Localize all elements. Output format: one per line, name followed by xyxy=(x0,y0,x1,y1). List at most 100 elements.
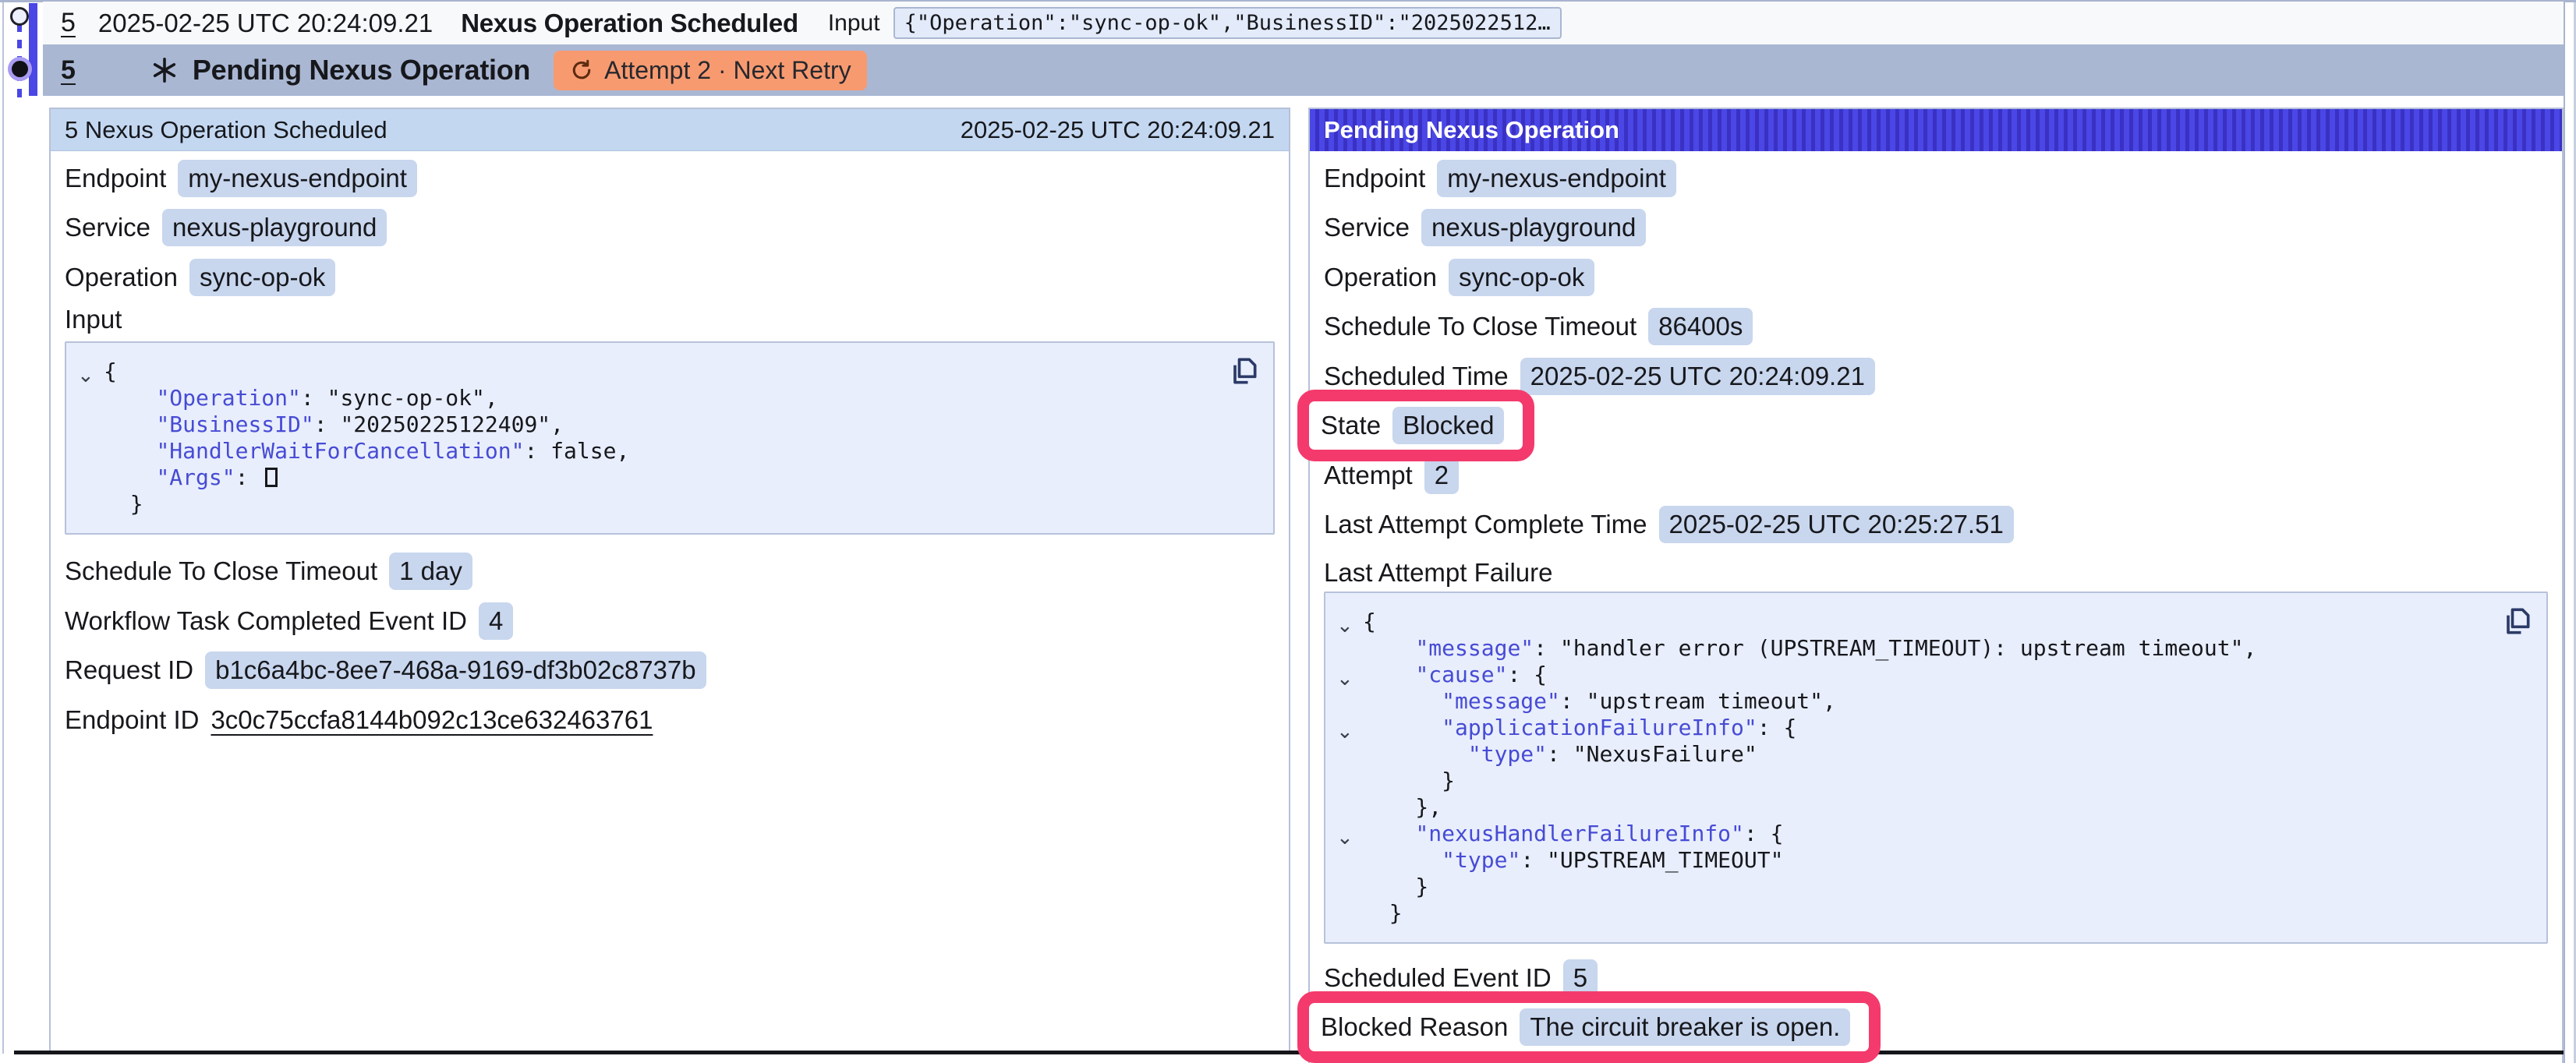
chevron-spacer xyxy=(1332,903,1363,930)
field-row-operation: Operation sync-op-ok xyxy=(65,253,1275,302)
field-label: Blocked Reason xyxy=(1321,1012,1508,1042)
chevron-spacer xyxy=(1332,877,1363,903)
event-id-link[interactable]: 5 xyxy=(61,55,76,86)
field-row-last-attempt-complete-time: Last Attempt Complete Time 2025-02-25 UT… xyxy=(1324,500,2548,550)
field-value-chip: my-nexus-endpoint xyxy=(178,160,417,197)
field-value-chip: nexus-playground xyxy=(1421,209,1646,246)
field-row-operation: Operation sync-op-ok xyxy=(1324,253,2548,302)
chevron-spacer xyxy=(1332,691,1363,718)
field-label: State xyxy=(1321,411,1381,440)
field-row-workflow-task-completed-event-id: Workflow Task Completed Event ID 4 xyxy=(65,596,1275,646)
field-label: Endpoint ID xyxy=(65,705,199,735)
chevron-spacer xyxy=(73,415,104,441)
copy-icon[interactable] xyxy=(2500,604,2534,638)
field-row-schedule-to-close-timeout: Schedule To Close Timeout 86400s xyxy=(1324,302,2548,352)
field-value-chip: b1c6a4bc-8ee7-468a-9169-df3b02c8737b xyxy=(205,652,706,689)
field-label: Operation xyxy=(65,263,178,292)
event-timestamp: 2025-02-25 UTC 20:24:09.21 xyxy=(98,9,433,38)
input-label: Input xyxy=(828,10,880,37)
timeline-open-circle-icon[interactable] xyxy=(10,7,29,26)
field-label: Operation xyxy=(1324,263,1437,292)
field-value-chip: sync-op-ok xyxy=(189,259,335,296)
field-value-chip: my-nexus-endpoint xyxy=(1437,160,1676,197)
field-label: Attempt xyxy=(1324,461,1413,490)
window-left-border xyxy=(2,2,4,1054)
field-value-chip: 2025-02-25 UTC 20:25:27.51 xyxy=(1659,506,2014,543)
field-row-service: Service nexus-playground xyxy=(1324,203,2548,253)
asterisk-pending-icon xyxy=(150,56,179,84)
field-row-schedule-to-close-timeout: Schedule To Close Timeout 1 day xyxy=(65,547,1275,597)
field-label: Endpoint xyxy=(1324,164,1425,193)
field-label: Scheduled Time xyxy=(1324,362,1509,391)
state-annotation-box: State Blocked xyxy=(1297,390,1534,461)
endpoint-id-link[interactable]: 3c0c75ccfa8144b092c13ce632463761 xyxy=(211,705,653,735)
pending-panel-title: Pending Nexus Operation xyxy=(1324,116,1619,144)
input-preview-chip[interactable]: {"Operation":"sync-op-ok","BusinessID":"… xyxy=(893,7,1562,39)
event-panel-timestamp: 2025-02-25 UTC 20:24:09.21 xyxy=(961,116,1275,144)
collapse-chevron-icon[interactable]: ⌄ xyxy=(73,362,104,388)
collapse-chevron-icon[interactable]: ⌄ xyxy=(1332,718,1363,744)
input-json-viewer: ⌄{ "Operation": "sync-op-ok", "BusinessI… xyxy=(65,341,1275,535)
field-row-request-id: Request ID b1c6a4bc-8ee7-468a-9169-df3b0… xyxy=(65,646,1275,696)
collapse-chevron-icon[interactable]: ⌄ xyxy=(1332,665,1363,691)
event-row-nexus-operation-scheduled[interactable]: 5 2025-02-25 UTC 20:24:09.21 Nexus Opera… xyxy=(43,2,2564,44)
blocked-reason-annotation-box: Blocked Reason The circuit breaker is op… xyxy=(1297,991,1881,1063)
selected-row-indicator-bar xyxy=(29,3,37,96)
field-row-blocked-reason: Blocked Reason The circuit breaker is op… xyxy=(1324,1003,2548,1053)
scrollbar-track[interactable] xyxy=(2564,2,2576,1063)
chevron-spacer xyxy=(73,388,104,415)
chevron-spacer xyxy=(1332,744,1363,771)
field-label: Endpoint xyxy=(65,164,166,193)
field-value-chip: 2 xyxy=(1424,457,1459,494)
field-value-chip: nexus-playground xyxy=(162,209,387,246)
field-row-endpoint-id: Endpoint ID 3c0c75ccfa8144b092c13ce63246… xyxy=(65,695,1275,745)
field-label: Last Attempt Complete Time xyxy=(1324,510,1647,539)
timeline-filled-circle-icon[interactable] xyxy=(12,61,28,77)
collapse-chevron-icon[interactable]: ⌄ xyxy=(1332,824,1363,850)
pending-operation-title: Pending Nexus Operation xyxy=(193,54,530,87)
chevron-spacer xyxy=(73,468,104,494)
input-section-label: Input xyxy=(65,302,1275,337)
chevron-spacer xyxy=(1332,797,1363,824)
chevron-spacer xyxy=(1332,771,1363,797)
failure-json-viewer: ⌄{ "message": "handler error (UPSTREAM_T… xyxy=(1324,592,2548,944)
state-value-chip: Blocked xyxy=(1392,407,1504,444)
empty-array-icon xyxy=(265,468,278,487)
attempt-badge-label: Attempt 2 · Next Retry xyxy=(604,56,851,85)
field-label: Scheduled Event ID xyxy=(1324,963,1552,993)
copy-icon[interactable] xyxy=(1226,354,1261,388)
last-attempt-failure-label: Last Attempt Failure xyxy=(1324,556,2548,590)
field-label: Request ID xyxy=(65,655,193,685)
event-panel-header: 5 Nexus Operation Scheduled 2025-02-25 U… xyxy=(51,109,1289,151)
event-detail-panel: 5 Nexus Operation Scheduled 2025-02-25 U… xyxy=(49,108,1290,1054)
pending-nexus-operation-row[interactable]: 5 Pending Nexus Operation Attempt 2 · Ne… xyxy=(43,44,2564,96)
pending-panel-header: Pending Nexus Operation xyxy=(1310,109,2562,151)
attempt-retry-badge: Attempt 2 · Next Retry xyxy=(554,51,867,90)
field-row-endpoint: Endpoint my-nexus-endpoint xyxy=(65,154,1275,203)
field-label: Service xyxy=(1324,213,1410,242)
field-label: Service xyxy=(65,213,150,242)
collapse-chevron-icon[interactable]: ⌄ xyxy=(1332,612,1363,638)
event-id-link[interactable]: 5 xyxy=(61,8,76,38)
field-row-state: State Blocked xyxy=(1324,401,2548,451)
pending-operation-panel: Pending Nexus Operation Endpoint my-nexu… xyxy=(1308,108,2564,1063)
blocked-reason-value-chip: The circuit breaker is open. xyxy=(1520,1008,1850,1046)
field-label: Workflow Task Completed Event ID xyxy=(65,606,467,636)
chevron-spacer xyxy=(73,441,104,468)
field-value-chip: 4 xyxy=(479,602,513,640)
field-value-chip: 1 day xyxy=(389,553,472,590)
field-value-chip: sync-op-ok xyxy=(1449,259,1594,296)
chevron-spacer xyxy=(73,494,104,521)
field-label: Schedule To Close Timeout xyxy=(1324,312,1637,341)
chevron-spacer xyxy=(1332,638,1363,665)
field-row-endpoint: Endpoint my-nexus-endpoint xyxy=(1324,154,2548,203)
retry-refresh-icon xyxy=(569,58,594,83)
field-value-chip: 2025-02-25 UTC 20:24:09.21 xyxy=(1520,358,1875,395)
field-label: Schedule To Close Timeout xyxy=(65,556,377,586)
event-panel-title: 5 Nexus Operation Scheduled xyxy=(65,116,387,144)
field-value-chip: 86400s xyxy=(1648,308,1753,345)
window-bottom-edge xyxy=(14,1051,2564,1054)
chevron-spacer xyxy=(1332,850,1363,877)
event-type-title: Nexus Operation Scheduled xyxy=(461,9,798,38)
field-row-service: Service nexus-playground xyxy=(65,203,1275,253)
